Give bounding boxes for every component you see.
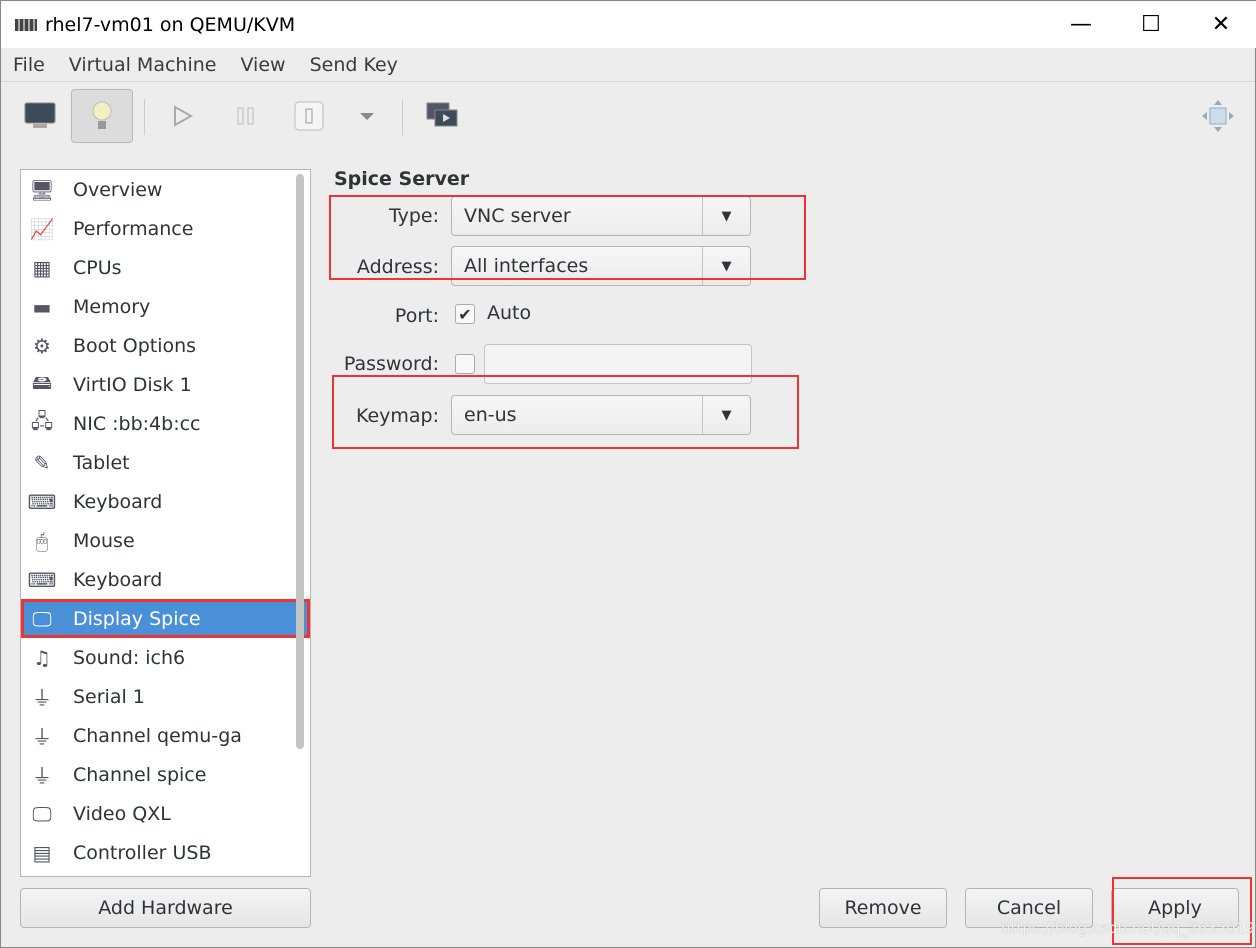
sidebar-item-memory[interactable]: ▬ Memory: [21, 287, 310, 326]
power-icon: [294, 101, 324, 131]
fullscreen-button[interactable]: [1187, 89, 1249, 143]
device-icon: ♫: [33, 645, 51, 670]
menu-bar: File Virtual Machine View Send Key: [1, 48, 1255, 82]
screenshot-icon: [426, 102, 458, 127]
sidebar-item-label: Sound: ich6: [73, 646, 186, 669]
sidebar-item-label: Keyboard: [73, 568, 163, 591]
window-title: rhel7-vm01 on QEMU/KVM: [45, 13, 296, 36]
play-icon: [174, 105, 194, 127]
device-icon: 🖵: [32, 801, 52, 826]
device-icon: ▤: [32, 840, 52, 865]
toolbar: [1, 83, 1255, 149]
device-icon: 🖥: [29, 177, 55, 202]
sidebar-item-display-spice[interactable]: 🖵 Display Spice: [21, 599, 310, 638]
menu-virtual-machine[interactable]: Virtual Machine: [57, 54, 229, 76]
pause-button[interactable]: [215, 89, 277, 143]
sidebar-item-boot-options[interactable]: ⚙ Boot Options: [21, 326, 310, 365]
sidebar-item-label: Display Spice: [73, 607, 201, 630]
close-button[interactable]: ✕: [1186, 1, 1256, 48]
title-bar: rhel7-vm01 on QEMU/KVM — ☐ ✕: [1, 1, 1256, 48]
details-button[interactable]: [71, 89, 133, 143]
sidebar-item-mouse[interactable]: 🖱 Mouse: [21, 521, 310, 560]
console-button[interactable]: [9, 89, 71, 143]
device-icon: 🖧: [30, 408, 54, 433]
highlight-box: [329, 195, 806, 280]
device-icon: ▬: [32, 294, 52, 319]
sidebar-item-label: Controller USB: [73, 841, 212, 864]
hardware-list: 🖥 Overview 📈 Performance ▦ CPUs ▬ Memory ⚙ Boot O…: [20, 169, 311, 877]
device-icon: 🖴: [31, 369, 53, 394]
device-icon: ⚙: [33, 333, 51, 358]
add-hardware-button[interactable]: Add Hardware: [20, 888, 311, 928]
sidebar-item-label: Video QXL: [73, 802, 171, 825]
sidebar-item-label: Boot Options: [73, 334, 197, 357]
port-label: Port:: [394, 305, 439, 327]
lightbulb-icon: [92, 101, 112, 129]
port-auto-label: Auto: [487, 302, 532, 324]
sidebar-item-cpus[interactable]: ▦ CPUs: [21, 248, 310, 287]
maximize-button[interactable]: ☐: [1116, 1, 1186, 48]
menu-view[interactable]: View: [228, 54, 297, 76]
sidebar-item-video-qxl[interactable]: 🖵 Video QXL: [21, 794, 310, 833]
shutdown-button[interactable]: [278, 89, 340, 143]
sidebar-item-label: Mouse: [73, 529, 135, 552]
sidebar-item-label: Memory: [73, 295, 151, 318]
sidebar-item-keyboard[interactable]: ⌨ Keyboard: [21, 560, 310, 599]
password-label: Password:: [343, 353, 439, 375]
device-icon: 🖵: [32, 606, 52, 631]
device-icon: ⌨: [27, 489, 57, 514]
sidebar-item-tablet[interactable]: ✎ Tablet: [21, 443, 310, 482]
sidebar-item-sound-ich6[interactable]: ♫ Sound: ich6: [21, 638, 310, 677]
password-checkbox[interactable]: [455, 354, 475, 374]
sidebar-item-serial-1[interactable]: ⏚ Serial 1: [21, 677, 310, 716]
shutdown-menu-button[interactable]: [336, 89, 398, 143]
device-icon: 📈: [29, 216, 55, 241]
sidebar-item-nic-bb-4b-cc[interactable]: 🖧 NIC :bb:4b:cc: [21, 404, 310, 443]
sidebar-item-keyboard[interactable]: ⌨ Keyboard: [21, 482, 310, 521]
app-icon: [15, 18, 37, 31]
sidebar-item-label: CPUs: [73, 256, 122, 279]
screenshot-button[interactable]: [411, 89, 473, 143]
dropdown-icon: [360, 113, 374, 120]
sidebar-item-label: Tablet: [73, 451, 130, 474]
sidebar-item-label: Serial 1: [73, 685, 145, 708]
sidebar-item-virtio-disk-1[interactable]: 🖴 VirtIO Disk 1: [21, 365, 310, 404]
sidebar-item-label: Channel spice: [73, 763, 207, 786]
monitor-icon: [24, 102, 56, 128]
run-button[interactable]: [151, 89, 213, 143]
device-icon: ⏚: [32, 764, 52, 788]
remove-button[interactable]: Remove: [819, 888, 947, 928]
pause-icon: [237, 107, 254, 125]
sidebar-item-label: Overview: [73, 178, 163, 201]
sidebar-item-label: Keyboard: [73, 490, 163, 513]
sidebar-item-controller-usb[interactable]: ▤ Controller USB: [21, 833, 310, 872]
section-heading: Spice Server: [334, 168, 470, 190]
fullscreen-icon: [1202, 100, 1234, 132]
device-icon: ⏚: [32, 725, 52, 749]
menu-send-key[interactable]: Send Key: [298, 54, 410, 76]
sidebar-item-overview[interactable]: 🖥 Overview: [21, 170, 310, 209]
sidebar-item-label: NIC :bb:4b:cc: [73, 412, 201, 435]
sidebar-item-performance[interactable]: 📈 Performance: [21, 209, 310, 248]
device-icon: ✎: [33, 450, 51, 475]
watermark: https://blog.csdn.net/qq_26350199: [1001, 919, 1256, 937]
port-auto-checkbox[interactable]: ✔: [455, 304, 475, 324]
sidebar-item-label: Channel qemu-ga: [73, 724, 242, 747]
device-icon: 🖱: [36, 528, 48, 553]
highlight-box: [332, 375, 799, 449]
scrollbar[interactable]: [296, 174, 304, 749]
sidebar-item-label: VirtIO Disk 1: [73, 373, 192, 396]
device-icon: ⏚: [32, 686, 52, 710]
device-icon: ▦: [32, 255, 52, 280]
minimize-button[interactable]: —: [1046, 1, 1116, 48]
menu-file[interactable]: File: [1, 54, 57, 76]
sidebar-item-channel-qemu-ga[interactable]: ⏚ Channel qemu-ga: [21, 716, 310, 755]
sidebar-item-label: Performance: [73, 217, 194, 240]
sidebar-item-channel-spice[interactable]: ⏚ Channel spice: [21, 755, 310, 794]
device-icon: ⌨: [27, 567, 57, 592]
